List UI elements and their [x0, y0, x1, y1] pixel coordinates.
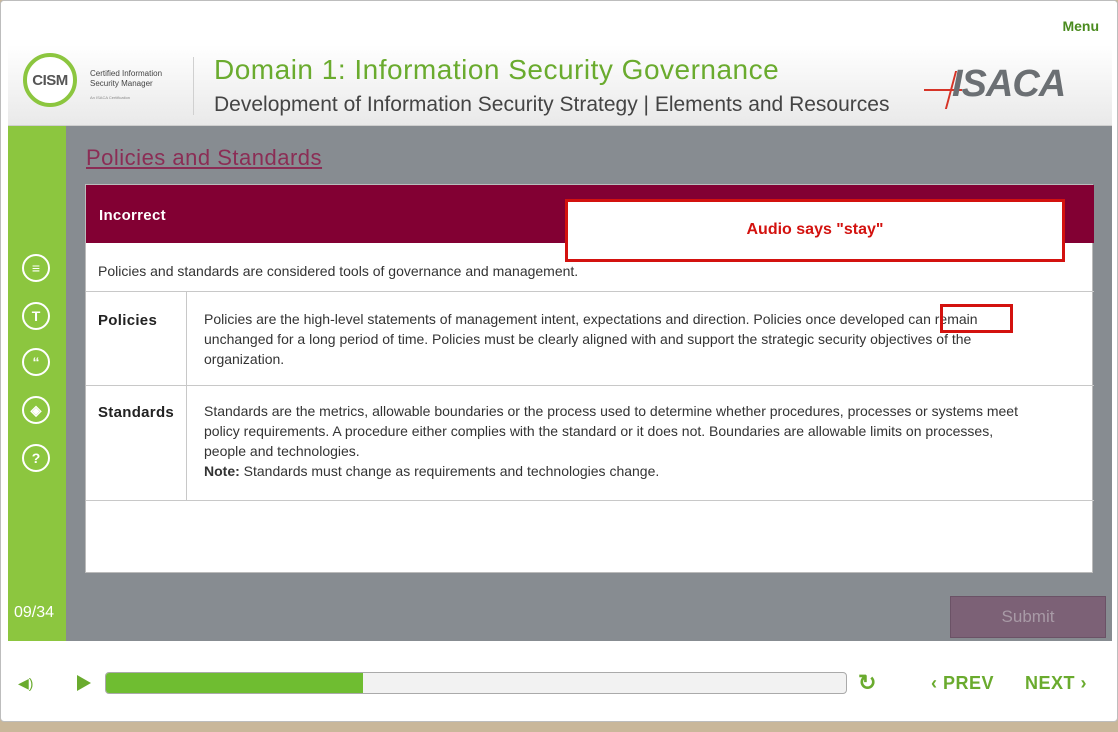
course-player-window: Menu CISM Certified Information Security… [0, 0, 1118, 722]
feedback-status: Incorrect [99, 207, 166, 224]
header-divider [193, 57, 194, 115]
term-standards: Standards [98, 404, 175, 421]
cism-caption-line2: Security Manager [90, 79, 153, 88]
prev-button[interactable]: ‹ PREV [931, 673, 994, 694]
progress-bar[interactable] [105, 672, 847, 694]
row-divider [86, 385, 1094, 386]
row-divider [86, 291, 1094, 292]
play-icon[interactable] [77, 675, 91, 691]
domain-title: Domain 1: Information Security Governanc… [214, 54, 780, 85]
notes-icon[interactable]: ≡ [22, 254, 50, 282]
lesson-subtitle: Development of Information Security Stra… [214, 93, 890, 116]
top-bar: Menu [1, 1, 1117, 45]
left-sidebar: ≡ T “ ◈ ? 09/34 [8, 126, 66, 641]
resources-icon[interactable]: ◈ [22, 396, 50, 424]
transcript-icon[interactable]: T [22, 302, 50, 330]
slide-title: Policies and Standards [86, 145, 323, 170]
standards-note: Note: Standards must change as requireme… [204, 461, 1024, 481]
annotation-highlight-box [940, 304, 1013, 333]
cism-logo-text: CISM [32, 71, 68, 89]
definition-standards: Standards are the metrics, allowable bou… [204, 401, 1024, 481]
term-policies: Policies [98, 312, 158, 329]
next-button[interactable]: NEXT › [1025, 673, 1087, 694]
prev-label: PREV [943, 673, 995, 693]
cism-logo: CISM [23, 53, 77, 107]
menu-link[interactable]: Menu [1062, 18, 1099, 34]
annotation-text: Audio says "stay" [746, 221, 884, 238]
annotation-callout: Audio says "stay" [565, 199, 1065, 262]
column-divider [186, 291, 187, 500]
cism-caption-sub: An ISACA Certification [90, 95, 131, 100]
progress-fill [106, 673, 363, 693]
quote-icon[interactable]: “ [22, 348, 50, 376]
intro-text: Policies and standards are considered to… [98, 263, 579, 279]
next-label: NEXT [1025, 673, 1076, 693]
note-label: Note: [204, 463, 240, 479]
row-divider [86, 500, 1094, 501]
cism-caption-line1: Certified Information [90, 69, 163, 78]
course-header: CISM Certified Information Security Mana… [8, 45, 1112, 126]
replay-icon[interactable]: ↻ [858, 670, 876, 696]
volume-icon[interactable]: ◀) [18, 675, 33, 692]
isaca-logo-text: ISACA [952, 63, 1066, 105]
isaca-logo: ISACA [924, 61, 1084, 111]
page-counter: 09/34 [14, 604, 55, 621]
note-text: Standards must change as requirements an… [243, 463, 660, 479]
cism-logo-caption: Certified Information Security Manager [90, 69, 162, 89]
definition-standards-text: Standards are the metrics, allowable bou… [204, 403, 1018, 459]
submit-button[interactable]: Submit [950, 596, 1106, 638]
player-controls: ◀) ↻ ‹ PREV NEXT › [1, 651, 1117, 715]
help-icon[interactable]: ? [22, 444, 50, 472]
definition-policies: Policies are the high-level statements o… [204, 311, 978, 367]
